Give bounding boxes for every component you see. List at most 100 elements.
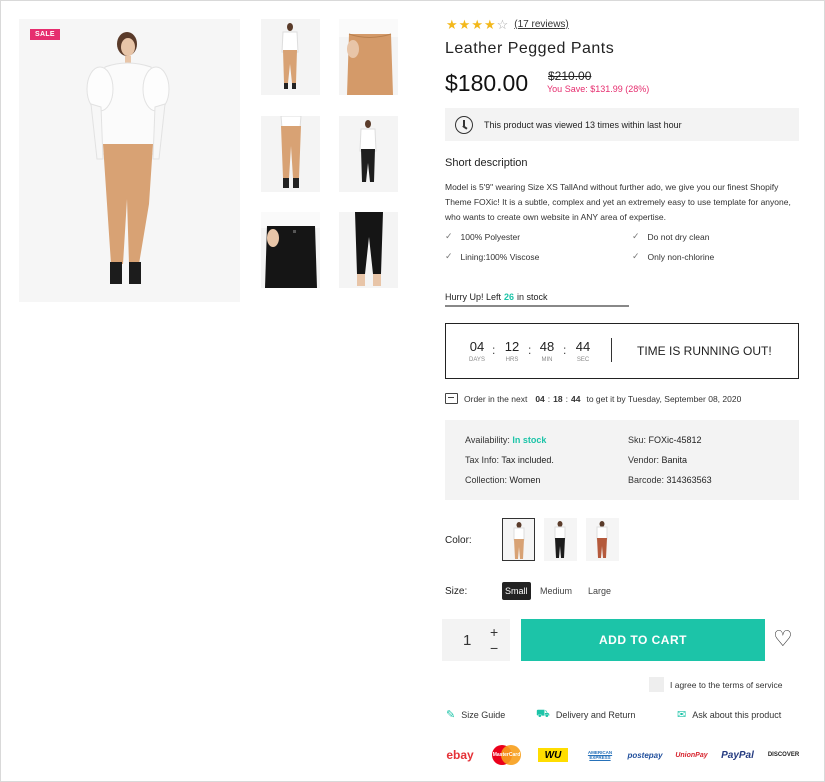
sku-label: Sku: xyxy=(628,435,647,445)
countdown-message: TIME IS RUNNING OUT! xyxy=(637,344,772,358)
product-title: Leather Pegged Pants xyxy=(445,40,615,57)
mastercard-logo-text: MasterCard xyxy=(492,752,521,758)
days-label: DAYS xyxy=(469,357,485,363)
discover-logo: DISCOVER xyxy=(767,744,800,766)
color-swatch-tan[interactable] xyxy=(502,518,535,561)
stock-progress-bar xyxy=(445,305,630,307)
order-seconds: 44 xyxy=(571,393,581,404)
thumbnail-front[interactable] xyxy=(261,19,320,95)
barcode: Barcode: 314363563 xyxy=(628,475,712,485)
model-figure xyxy=(86,32,170,284)
delivery-return-link[interactable]: ⛟ Delivery and Return xyxy=(536,708,635,722)
tax-info: Tax Info: Tax included. xyxy=(465,455,554,465)
countdown-seconds: 44 SEC xyxy=(571,339,595,363)
star-filled-icon: ★ xyxy=(471,17,483,32)
order-notice: Order in the next 04: 18: 44 to get it b… xyxy=(445,393,741,404)
thumbnail-image xyxy=(281,23,299,89)
color-swatch-rust[interactable] xyxy=(586,518,619,561)
quantity-increase-button[interactable]: + xyxy=(490,624,498,640)
check-icon: ✓ xyxy=(445,251,453,261)
countdown-timer: 04 DAYS : 12 HRS : 48 MIN : 44 SEC TIME … xyxy=(445,323,799,379)
quantity-stepper: 1 + − xyxy=(442,619,510,661)
size-option-large[interactable]: Large xyxy=(585,582,614,600)
order-hours: 04 xyxy=(535,393,545,404)
feature-item: ✓ Only non-chlorine xyxy=(632,251,714,262)
hours-value: 12 xyxy=(504,339,520,354)
availability: Availability: In stock xyxy=(465,435,546,445)
ebay-logo-text: ebay xyxy=(446,748,474,762)
terms-checkbox-row[interactable]: I agree to the terms of service xyxy=(649,677,782,692)
discover-logo-text: DISCOVER xyxy=(767,752,800,758)
thumbnail-black-side[interactable] xyxy=(339,212,398,288)
unionpay-logo: UnionPay xyxy=(675,744,708,766)
size-label: Size: xyxy=(445,586,468,597)
ebay-logo: ebay xyxy=(445,744,475,766)
feature-label: 100% Polyester xyxy=(460,231,521,242)
clock-icon xyxy=(455,115,473,134)
feature-label: Do not dry clean xyxy=(647,231,710,242)
swatch-image xyxy=(596,521,608,558)
truck-icon: ⛟ xyxy=(536,708,550,720)
thumbnail-image xyxy=(261,212,320,288)
viewed-text: This product was viewed 13 times within … xyxy=(484,119,682,130)
minutes-label: MIN xyxy=(541,357,553,363)
stock-count: 26 xyxy=(504,292,515,302)
countdown-separator: : xyxy=(492,343,496,357)
thumbnail-black-front[interactable] xyxy=(339,116,398,192)
minutes-value: 48 xyxy=(539,339,555,354)
size-option-small[interactable]: Small xyxy=(502,582,531,600)
amex-logo-text: AMERICAN EXPRESS xyxy=(587,750,613,760)
product-rating: ★ ★ ★ ★ ☆ (17 reviews) xyxy=(446,17,569,32)
size-guide-label: Size Guide xyxy=(461,709,506,720)
terms-label: I agree to the terms of service xyxy=(670,679,783,690)
sku: Sku: FOXic-45812 xyxy=(628,435,702,445)
main-product-image[interactable]: SALE xyxy=(19,19,240,302)
quantity-decrease-button[interactable]: − xyxy=(490,640,498,656)
thumbnail-image xyxy=(339,19,398,95)
feature-item: ✓ Do not dry clean xyxy=(632,231,709,242)
check-icon: ✓ xyxy=(632,231,640,241)
thumbnail-detail-waist[interactable] xyxy=(339,19,398,95)
days-value: 04 xyxy=(469,339,485,354)
amex-logo: AMERICAN EXPRESS xyxy=(584,744,616,766)
thumbnail-image xyxy=(359,120,377,182)
thumbnail-image xyxy=(355,212,383,286)
add-to-cart-button[interactable]: ADD TO CART xyxy=(521,619,765,661)
seconds-value: 44 xyxy=(575,339,591,354)
stock-notice: Hurry Up! Left 26 in stock xyxy=(445,292,548,302)
vendor-label: Vendor: xyxy=(628,455,660,465)
collection-value: Women xyxy=(509,475,541,485)
feature-label: Only non-chlorine xyxy=(647,251,715,262)
barcode-label: Barcode: xyxy=(628,475,665,485)
terms-checkbox[interactable] xyxy=(649,677,664,692)
thumbnail-black-detail[interactable] xyxy=(261,212,320,288)
size-guide-link[interactable]: ✎ Size Guide xyxy=(446,708,505,721)
ask-about-product-link[interactable]: ✉ Ask about this product xyxy=(677,708,781,721)
viewed-notice: This product was viewed 13 times within … xyxy=(445,108,799,141)
color-swatch-black[interactable] xyxy=(544,518,577,561)
star-filled-icon: ★ xyxy=(446,17,458,32)
thumbnail-image xyxy=(280,116,302,188)
thumbnail-side[interactable] xyxy=(261,116,320,192)
order-prefix: Order in the next xyxy=(464,393,528,404)
countdown-separator: : xyxy=(528,343,532,357)
stock-prefix: Hurry Up! Left xyxy=(445,292,502,302)
countdown-hours: 12 HRS xyxy=(500,339,524,363)
tax-value: Tax included. xyxy=(501,455,554,465)
size-option-medium[interactable]: Medium xyxy=(537,582,575,600)
postepay-logo: postepay xyxy=(627,744,663,766)
western-union-logo: WU xyxy=(538,748,568,762)
color-label: Color: xyxy=(445,535,472,546)
check-icon: ✓ xyxy=(445,231,453,241)
ruler-icon: ✎ xyxy=(446,709,456,721)
reviews-link[interactable]: (17 reviews) xyxy=(514,19,568,30)
wishlist-heart-icon[interactable]: ♡ xyxy=(773,627,793,651)
feature-item: ✓ Lining:100% Viscose xyxy=(445,251,539,262)
postepay-logo-text: postepay xyxy=(627,750,663,760)
unionpay-logo-text: UnionPay xyxy=(675,751,708,759)
tax-label: Tax Info: xyxy=(465,455,500,465)
countdown-minutes: 48 MIN xyxy=(535,339,559,363)
countdown-days: 04 DAYS xyxy=(465,339,489,363)
quantity-value[interactable]: 1 xyxy=(463,632,471,649)
countdown-separator: : xyxy=(563,343,567,357)
